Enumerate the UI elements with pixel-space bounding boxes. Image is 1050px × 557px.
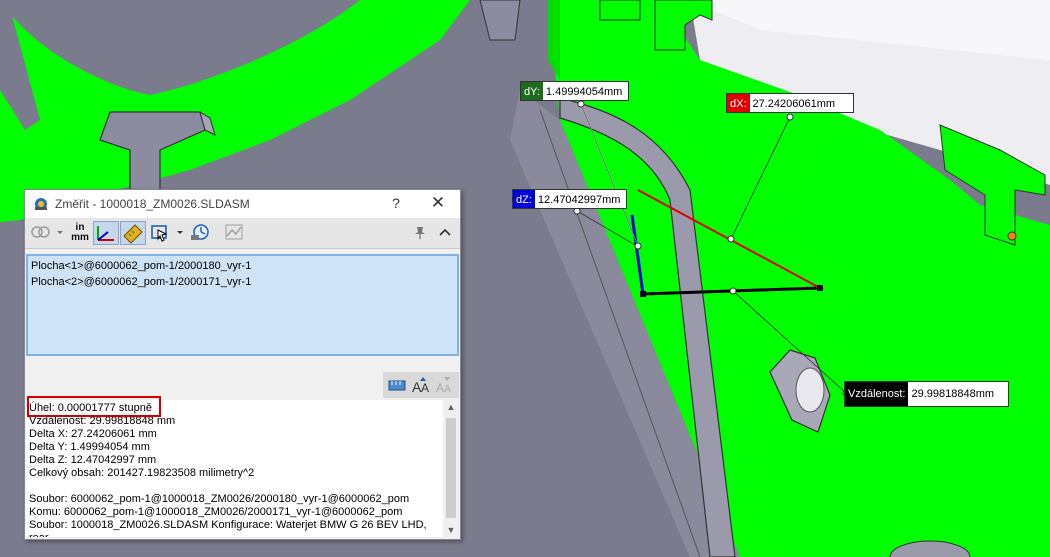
units-bottom-label: mm <box>71 232 89 243</box>
close-button[interactable]: ✕ <box>429 193 447 213</box>
distance-value: 29.99818848mm <box>911 388 995 400</box>
measurement-results[interactable]: Úhel: 0.00001777 stupně Vzdálenost: 29.9… <box>26 400 443 537</box>
dy-value: 1.49994054mm <box>545 86 623 98</box>
pin-button[interactable] <box>411 221 431 245</box>
result-from-file: Soubor: 6000062_pom-1@1000018_ZM0026/200… <box>29 493 410 505</box>
result-assembly-config: Soubor: 1000018_ZM0026.SLDASM Konfigurac… <box>29 519 427 531</box>
arc-circle-icon <box>31 226 50 238</box>
result-delta-z: Delta Z: 12.47042997 mm <box>29 454 157 466</box>
dx-callout[interactable]: dX: 27.24206061mm <box>726 93 855 113</box>
measure-dialog: Změřit - 1000018_ZM0026.SLDASM ? ✕ in mm <box>24 189 461 540</box>
units-precision-button[interactable]: in mm <box>69 221 91 245</box>
pin-icon <box>415 227 425 239</box>
ruler-icon <box>123 224 143 244</box>
chevron-down-icon <box>57 231 63 234</box>
scroll-up-icon[interactable]: ▲ <box>443 402 459 412</box>
decrease-font-icon[interactable]: A A <box>435 375 455 395</box>
arc-options-dropdown[interactable] <box>54 221 66 245</box>
history-icon <box>191 224 209 240</box>
measurement-history-button[interactable] <box>189 221 213 245</box>
projection-dropdown[interactable] <box>174 221 186 245</box>
dz-callout[interactable]: dZ: 12.47042997mm <box>512 189 628 209</box>
sensor-icon <box>225 224 243 240</box>
dz-value: 12.47042997mm <box>537 194 621 206</box>
output-tools: A A A A <box>383 372 459 398</box>
dy-tag: dY: <box>521 82 543 100</box>
dialog-title: Změřit - 1000018_ZM0026.SLDASM <box>55 197 250 211</box>
show-xyz-button[interactable] <box>93 221 119 245</box>
svg-text:A: A <box>436 381 444 395</box>
increase-font-icon[interactable]: A A <box>411 375 431 395</box>
projection-button[interactable] <box>149 221 173 245</box>
dialog-titlebar[interactable]: Změřit - 1000018_ZM0026.SLDASM ? ✕ <box>25 190 460 218</box>
chevron-down-icon <box>177 231 183 234</box>
result-delta-x: Delta X: 27.24206061 mm <box>29 428 157 440</box>
point-to-point-button[interactable] <box>120 221 146 245</box>
xyz-axis-icon <box>97 226 114 241</box>
units-precision-icon: in mm <box>69 221 91 243</box>
copy-output-icon[interactable] <box>387 375 407 395</box>
result-delta-y: Delta Y: 1.49994054 mm <box>29 441 150 453</box>
collapse-button[interactable] <box>437 221 455 245</box>
scroll-down-icon[interactable]: ▼ <box>443 525 459 535</box>
dx-tag: dX: <box>727 94 750 112</box>
svg-text:A: A <box>444 384 451 395</box>
distance-callout[interactable]: Vzdálenost: 29.99818848mm <box>844 381 1010 407</box>
svg-text:A: A <box>421 381 429 395</box>
selection-item[interactable]: Plocha<1>@6000062_pom-1/2000180_vyr-1 <box>31 258 454 274</box>
measure-tool-icon <box>35 198 47 210</box>
dy-callout[interactable]: dY: 1.49994054mm <box>520 81 630 101</box>
create-sensor-button[interactable] <box>223 221 247 245</box>
scrollbar-thumb[interactable] <box>446 418 456 518</box>
angle-highlight-box <box>27 396 161 417</box>
distance-tag: Vzdálenost: <box>845 382 909 406</box>
chevron-up-icon <box>439 228 451 236</box>
arc-circle-measurements-button[interactable] <box>29 221 53 245</box>
result-total-area: Celkový obsah: 201427.19823508 milimetry… <box>29 467 255 479</box>
projection-arrow-icon <box>151 225 168 242</box>
selection-item[interactable]: Plocha<2>@6000062_pom-1/2000171_vyr-1 <box>31 274 454 290</box>
result-config-continued: rear <box>29 532 49 537</box>
help-button[interactable]: ? <box>389 195 403 211</box>
orange-point-marker <box>1007 231 1017 241</box>
selection-list[interactable]: Plocha<1>@6000062_pom-1/2000180_vyr-1 Pl… <box>26 254 459 356</box>
results-scrollbar[interactable]: ▲ ▼ <box>443 400 459 537</box>
dialog-toolbar: in mm <box>25 218 460 249</box>
result-to-file: Komu: 6000062_pom-1@1000018_ZM0026/20001… <box>29 506 403 518</box>
dz-tag: dZ: <box>513 190 535 208</box>
dx-value: 27.24206061mm <box>752 98 836 110</box>
